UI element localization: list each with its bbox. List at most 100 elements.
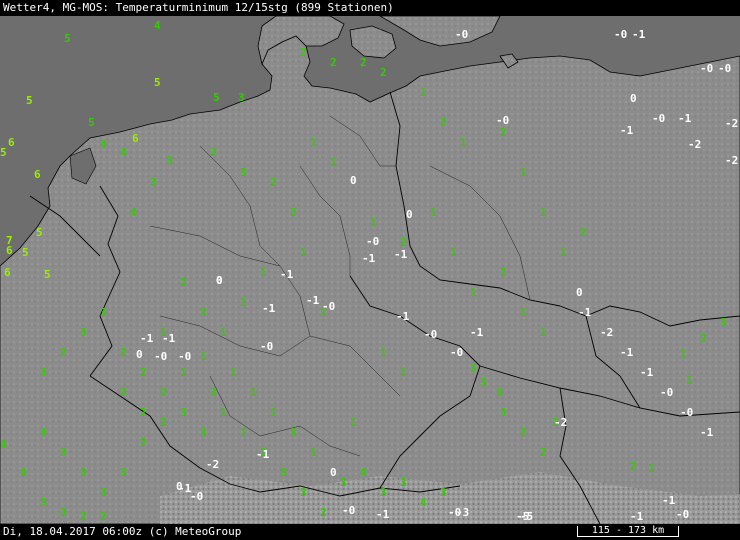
station-value: -5 <box>520 510 533 523</box>
station-value: 1 <box>540 206 547 219</box>
station-value: -1 <box>280 268 294 281</box>
station-value: 2 <box>290 206 297 219</box>
station-value: 3 <box>340 476 347 489</box>
station-value: 4 <box>154 19 161 32</box>
station-value: 1 <box>310 136 317 149</box>
station-value: 0 <box>216 274 223 287</box>
station-value: 1 <box>540 326 547 339</box>
station-value: -1 <box>640 366 654 379</box>
station-value: 3 <box>166 154 173 167</box>
station-value: 2 <box>580 226 587 239</box>
station-value: -2 <box>206 458 219 471</box>
station-value: 1 <box>560 246 567 259</box>
station-value: -0 <box>260 340 273 353</box>
station-value: 1 <box>520 166 527 179</box>
station-value: 2 <box>500 266 507 279</box>
station-value: 0 <box>176 480 183 493</box>
station-value: 0 <box>406 208 413 221</box>
station-value: 2 <box>60 346 67 359</box>
station-value: -1 <box>620 124 634 137</box>
station-value: 1 <box>450 246 457 259</box>
station-value: 2 <box>140 436 147 449</box>
station-value: 0 <box>630 92 637 105</box>
station-value: 2 <box>360 56 367 69</box>
station-value: 2 <box>700 332 707 345</box>
station-value: 2 <box>630 460 637 473</box>
station-value: 3 <box>80 466 87 479</box>
station-value: 3 <box>496 386 503 399</box>
station-value: -1 <box>376 508 390 521</box>
station-value: -2 <box>688 138 701 151</box>
station-value: -1 <box>632 28 646 41</box>
station-value: -0 <box>455 28 468 41</box>
station-value: 2 <box>120 386 127 399</box>
station-value: -2 <box>725 117 738 130</box>
station-value: -1 <box>262 302 276 315</box>
scale-label: 115 - 173 km <box>591 525 665 536</box>
station-value: 2 <box>100 510 107 523</box>
station-value: -2 <box>725 154 738 167</box>
station-value: -0 <box>676 508 689 521</box>
station-value: 1 <box>240 296 247 309</box>
station-value: 6 <box>8 136 15 149</box>
station-value: -1 <box>306 294 320 307</box>
station-value: -0 <box>424 328 437 341</box>
station-value: -1 <box>394 248 408 261</box>
station-value: 1 <box>310 446 317 459</box>
station-value: 2 <box>180 276 187 289</box>
station-value: 5 <box>88 116 95 129</box>
station-value: 3 <box>300 486 307 499</box>
map-title: Wetter4, MG-MOS: Temperaturminimum 12/15… <box>3 1 394 14</box>
station-value: 1 <box>648 462 655 475</box>
station-value: -0 <box>700 62 713 75</box>
station-value: -2 <box>600 326 613 339</box>
station-value: 1 <box>230 366 237 379</box>
station-value: 5 <box>213 91 220 104</box>
station-value: 3 <box>210 386 217 399</box>
station-value: -0 <box>190 490 203 503</box>
station-value: -1 <box>362 252 376 265</box>
station-value: 1 <box>370 216 377 229</box>
station-value: 2 <box>500 126 507 139</box>
station-value: 0 <box>136 348 143 361</box>
station-value: 3 <box>380 486 387 499</box>
station-value: 1 <box>380 346 387 359</box>
station-value: 2 <box>200 306 207 319</box>
station-value: -0 <box>496 114 509 127</box>
station-value: 1 <box>180 366 187 379</box>
station-value: 5 <box>154 76 161 89</box>
station-value: 5 <box>64 32 71 45</box>
map-window: Wetter4, MG-MOS: Temperaturminimum 12/15… <box>0 0 740 540</box>
station-value: 2 <box>320 506 327 519</box>
station-value: -2 <box>554 416 567 429</box>
station-value: 6 <box>4 266 11 279</box>
station-value: 1 <box>300 246 307 259</box>
station-value: 1 <box>680 348 687 361</box>
station-value: -0 <box>660 386 673 399</box>
station-value: -0 <box>680 406 693 419</box>
station-value: 1 <box>520 306 527 319</box>
station-value: 3 <box>290 426 297 439</box>
temperature-map[interactable]: 4 5 5 5 5 3 5 4 6 6 5 5 4 3 3 2 3 4 6 5 7 6 5 6 2 2 2 2 1 2 1 2 1 1 1 2 0 -0-… <box>0 16 740 524</box>
station-value: -1 <box>470 326 484 339</box>
station-value: -1 <box>700 426 714 439</box>
station-value: 1 <box>260 266 267 279</box>
station-value: 1 <box>220 406 227 419</box>
station-value: -0 <box>154 350 167 363</box>
station-value: 2 <box>300 46 307 59</box>
station-value: 3 <box>150 176 157 189</box>
station-value: 2 <box>440 116 447 129</box>
station-value: 5 <box>44 268 51 281</box>
station-value: -0 <box>718 62 731 75</box>
station-value: 3 <box>60 506 67 519</box>
station-value: 1 <box>400 366 407 379</box>
station-value: -0 <box>652 112 665 125</box>
station-value: 2 <box>540 446 547 459</box>
station-value: 5 <box>36 226 43 239</box>
station-value: 2 <box>210 146 217 159</box>
station-value: -3 <box>456 506 469 519</box>
title-bar: Wetter4, MG-MOS: Temperaturminimum 12/15… <box>0 0 740 16</box>
station-value: 3 <box>100 486 107 499</box>
station-value: 1 <box>420 86 427 99</box>
station-value: -0 <box>342 504 355 517</box>
